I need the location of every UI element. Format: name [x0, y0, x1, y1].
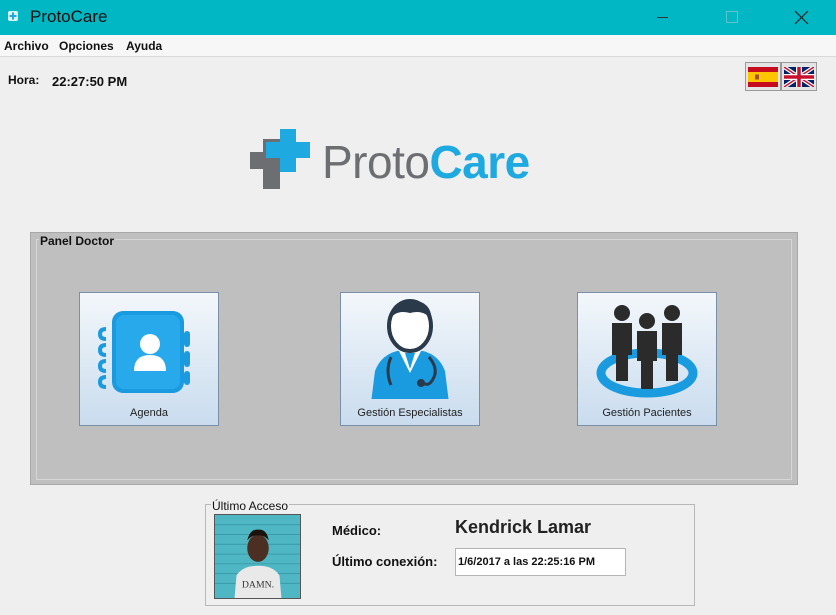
- menu-bar: Archivo Opciones Ayuda: [0, 35, 836, 57]
- language-english-button[interactable]: [781, 62, 817, 91]
- clock-label: Hora:: [8, 73, 40, 87]
- medical-cross-icon: [250, 129, 310, 189]
- people-group-icon: [596, 305, 698, 398]
- maximize-button[interactable]: [709, 0, 755, 35]
- specialists-button[interactable]: Gestión Especialistas: [340, 292, 480, 426]
- minimize-icon: [657, 17, 668, 18]
- specialists-label: Gestión Especialistas: [357, 407, 463, 419]
- menu-opciones[interactable]: Opciones: [59, 39, 114, 53]
- doctor-photo: DAMN.: [214, 514, 301, 599]
- patients-button[interactable]: Gestión Pacientes: [577, 292, 717, 426]
- doctor-panel-title: Panel Doctor: [39, 234, 116, 248]
- app-icon: [8, 11, 18, 21]
- flag-uk-icon: [784, 66, 814, 87]
- last-access-panel: Último Acceso DAMN. Médico: Kendrick Lam…: [205, 499, 695, 606]
- last-connection-field[interactable]: [455, 548, 626, 576]
- language-spanish-button[interactable]: [745, 62, 781, 91]
- photo-shirt-text: DAMN.: [242, 579, 274, 590]
- maximize-icon: [726, 11, 738, 23]
- minimize-button[interactable]: [640, 0, 686, 35]
- doctor-name: Kendrick Lamar: [455, 517, 592, 537]
- agenda-button[interactable]: Agenda: [79, 292, 219, 426]
- doctor-label: Médico:: [332, 523, 382, 538]
- agenda-label: Agenda: [130, 407, 168, 419]
- protocare-logo: ProtoCare: [250, 127, 560, 189]
- address-book-icon: [97, 311, 190, 393]
- patients-label: Gestión Pacientes: [602, 407, 692, 419]
- logo-care-text: Care: [429, 136, 530, 188]
- title-bar: ProtoCare: [0, 0, 836, 35]
- doctor-panel: Panel Doctor Agenda Gestión Especialista…: [30, 232, 798, 485]
- logo-text: ProtoCare: [322, 135, 530, 189]
- window-title: ProtoCare: [30, 7, 108, 26]
- close-button[interactable]: [778, 0, 824, 35]
- menu-ayuda[interactable]: Ayuda: [126, 39, 162, 53]
- close-icon: [794, 10, 809, 25]
- logo-proto-text: Proto: [322, 136, 430, 188]
- last-connection-label: Último conexión:: [332, 554, 438, 569]
- menu-archivo[interactable]: Archivo: [4, 39, 49, 53]
- flag-spain-icon: [748, 66, 778, 87]
- last-access-title: Último Acceso: [211, 499, 290, 513]
- clock-value: 22:27:50 PM: [52, 74, 128, 89]
- doctor-icon: [371, 299, 449, 399]
